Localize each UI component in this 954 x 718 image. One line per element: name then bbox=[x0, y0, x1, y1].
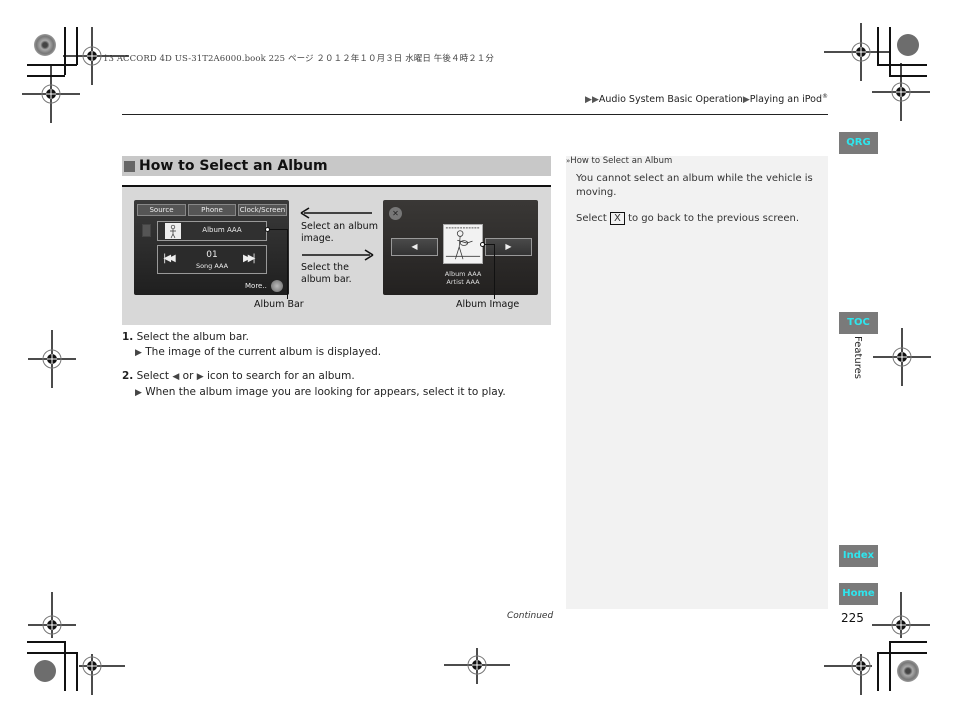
side-note-paragraph: You cannot select an album while the veh… bbox=[576, 173, 813, 198]
caption-line: album bar. bbox=[301, 274, 352, 285]
double-triangle-right-icon: ▶▶ bbox=[585, 95, 599, 106]
callout-line bbox=[287, 229, 288, 299]
skip-back-icon: |◀◀ bbox=[163, 253, 176, 264]
album-thumbnail-icon bbox=[165, 223, 181, 239]
album-name: Album AAA bbox=[444, 270, 482, 278]
arrow-right-caption: Select the album bar. bbox=[301, 262, 352, 286]
nav-tab-toc[interactable]: TOC bbox=[839, 312, 878, 334]
caption-line: Select an album bbox=[301, 221, 378, 232]
album-info: Album AAA Artist AAA bbox=[432, 270, 494, 286]
page-number: 225 bbox=[841, 611, 864, 625]
registration-mark-icon bbox=[22, 65, 80, 123]
step-text: or bbox=[182, 370, 194, 382]
step-2: 2. Select ◀ or ▶ icon to search for an a… bbox=[122, 369, 506, 385]
arrow-right-icon bbox=[302, 249, 374, 261]
nav-tab-qrg[interactable]: QRG bbox=[839, 132, 878, 154]
close-icon: ✕ bbox=[389, 207, 402, 220]
track-number: 01 bbox=[206, 250, 218, 260]
header-rule bbox=[122, 114, 828, 115]
square-bullet-icon bbox=[124, 160, 135, 172]
arrow-left-icon bbox=[300, 207, 372, 219]
registration-mark-icon bbox=[79, 654, 125, 695]
registration-mark-icon bbox=[28, 330, 76, 388]
album-bar-callout: Album Bar bbox=[254, 299, 304, 310]
tab-phone: Phone bbox=[188, 204, 236, 216]
left-arrow-icon: ◀ bbox=[172, 372, 180, 382]
caption-line: Select the bbox=[301, 262, 349, 273]
arrow-left-caption: Select an album image. bbox=[301, 221, 378, 245]
color-target-icon bbox=[897, 34, 919, 56]
close-key-icon: X bbox=[610, 212, 625, 225]
tab-source: Source bbox=[137, 204, 186, 216]
continued-label: Continued bbox=[507, 611, 554, 621]
nav-tab-home[interactable]: Home bbox=[839, 583, 878, 605]
step-number: 1. bbox=[122, 331, 134, 343]
side-note-text: to go back to the previous screen. bbox=[628, 213, 800, 224]
step-number: 2. bbox=[122, 370, 134, 382]
song-title: Song AAA bbox=[195, 262, 229, 270]
result-text: The image of the current album is displa… bbox=[145, 346, 382, 358]
album-image-callout: Album Image bbox=[456, 299, 520, 310]
color-target-icon bbox=[34, 34, 56, 56]
trademark: ® bbox=[822, 93, 828, 100]
result-text: When the album image you are looking for… bbox=[145, 386, 506, 398]
section-title: How to Select an Album bbox=[139, 158, 328, 174]
color-target-icon bbox=[897, 660, 919, 682]
callout-line bbox=[494, 244, 495, 299]
skip-forward-icon: ▶▶| bbox=[243, 253, 256, 264]
artist-name: Artist AAA bbox=[446, 278, 480, 286]
tab-clock-screen: Clock/Screen bbox=[238, 204, 287, 216]
step-text: icon to search for an album. bbox=[207, 370, 355, 382]
side-note-paragraph: Select X to go back to the previous scre… bbox=[576, 212, 816, 226]
left-arrow-icon: ◀ bbox=[391, 238, 438, 256]
triangle-right-icon: ▶ bbox=[742, 95, 750, 106]
breadcrumb-item[interactable]: Audio System Basic Operation bbox=[599, 94, 743, 105]
step-2-result: ▶ When the album image you are looking f… bbox=[122, 385, 506, 401]
caption-line: image. bbox=[301, 233, 334, 244]
more-label: More.. bbox=[245, 282, 267, 290]
registration-mark-icon bbox=[824, 654, 872, 695]
callout-line bbox=[270, 229, 288, 230]
more-button-icon bbox=[271, 280, 283, 292]
breadcrumb-item[interactable]: Playing an iPod bbox=[750, 94, 822, 105]
nav-tab-index[interactable]: Index bbox=[839, 545, 878, 567]
step-1: 1. Select the album bar. bbox=[122, 330, 506, 345]
section-heading: How to Select an Album bbox=[122, 156, 551, 176]
print-header: 13 ACCORD 4D US-31T2A6000.book 225 ページ ２… bbox=[103, 54, 495, 64]
color-target-icon bbox=[34, 660, 56, 682]
breadcrumb: ▶▶Audio System Basic Operation▶Playing a… bbox=[585, 93, 828, 105]
step-text: Select bbox=[136, 370, 170, 382]
triangle-right-icon: ▶ bbox=[135, 348, 142, 358]
triangle-right-icon: ▶ bbox=[135, 388, 142, 398]
chapter-label: Features bbox=[852, 336, 863, 379]
registration-mark-icon bbox=[444, 648, 510, 684]
side-indicator bbox=[142, 224, 151, 237]
right-arrow-icon: ▶ bbox=[485, 238, 532, 256]
side-note-title-text: How to Select an Album bbox=[570, 156, 673, 166]
step-1-result: ▶ The image of the current album is disp… bbox=[122, 345, 506, 361]
album-cover-icon bbox=[443, 224, 483, 264]
side-note-title: »How to Select an Album bbox=[566, 156, 672, 166]
album-bar-label: Album AAA bbox=[202, 226, 242, 234]
step-text: Select the album bar. bbox=[136, 331, 249, 343]
side-note-text: Select bbox=[576, 213, 607, 224]
steps-list: 1. Select the album bar. ▶ The image of … bbox=[122, 330, 506, 401]
right-arrow-icon: ▶ bbox=[196, 372, 204, 382]
registration-mark-icon bbox=[872, 63, 930, 121]
